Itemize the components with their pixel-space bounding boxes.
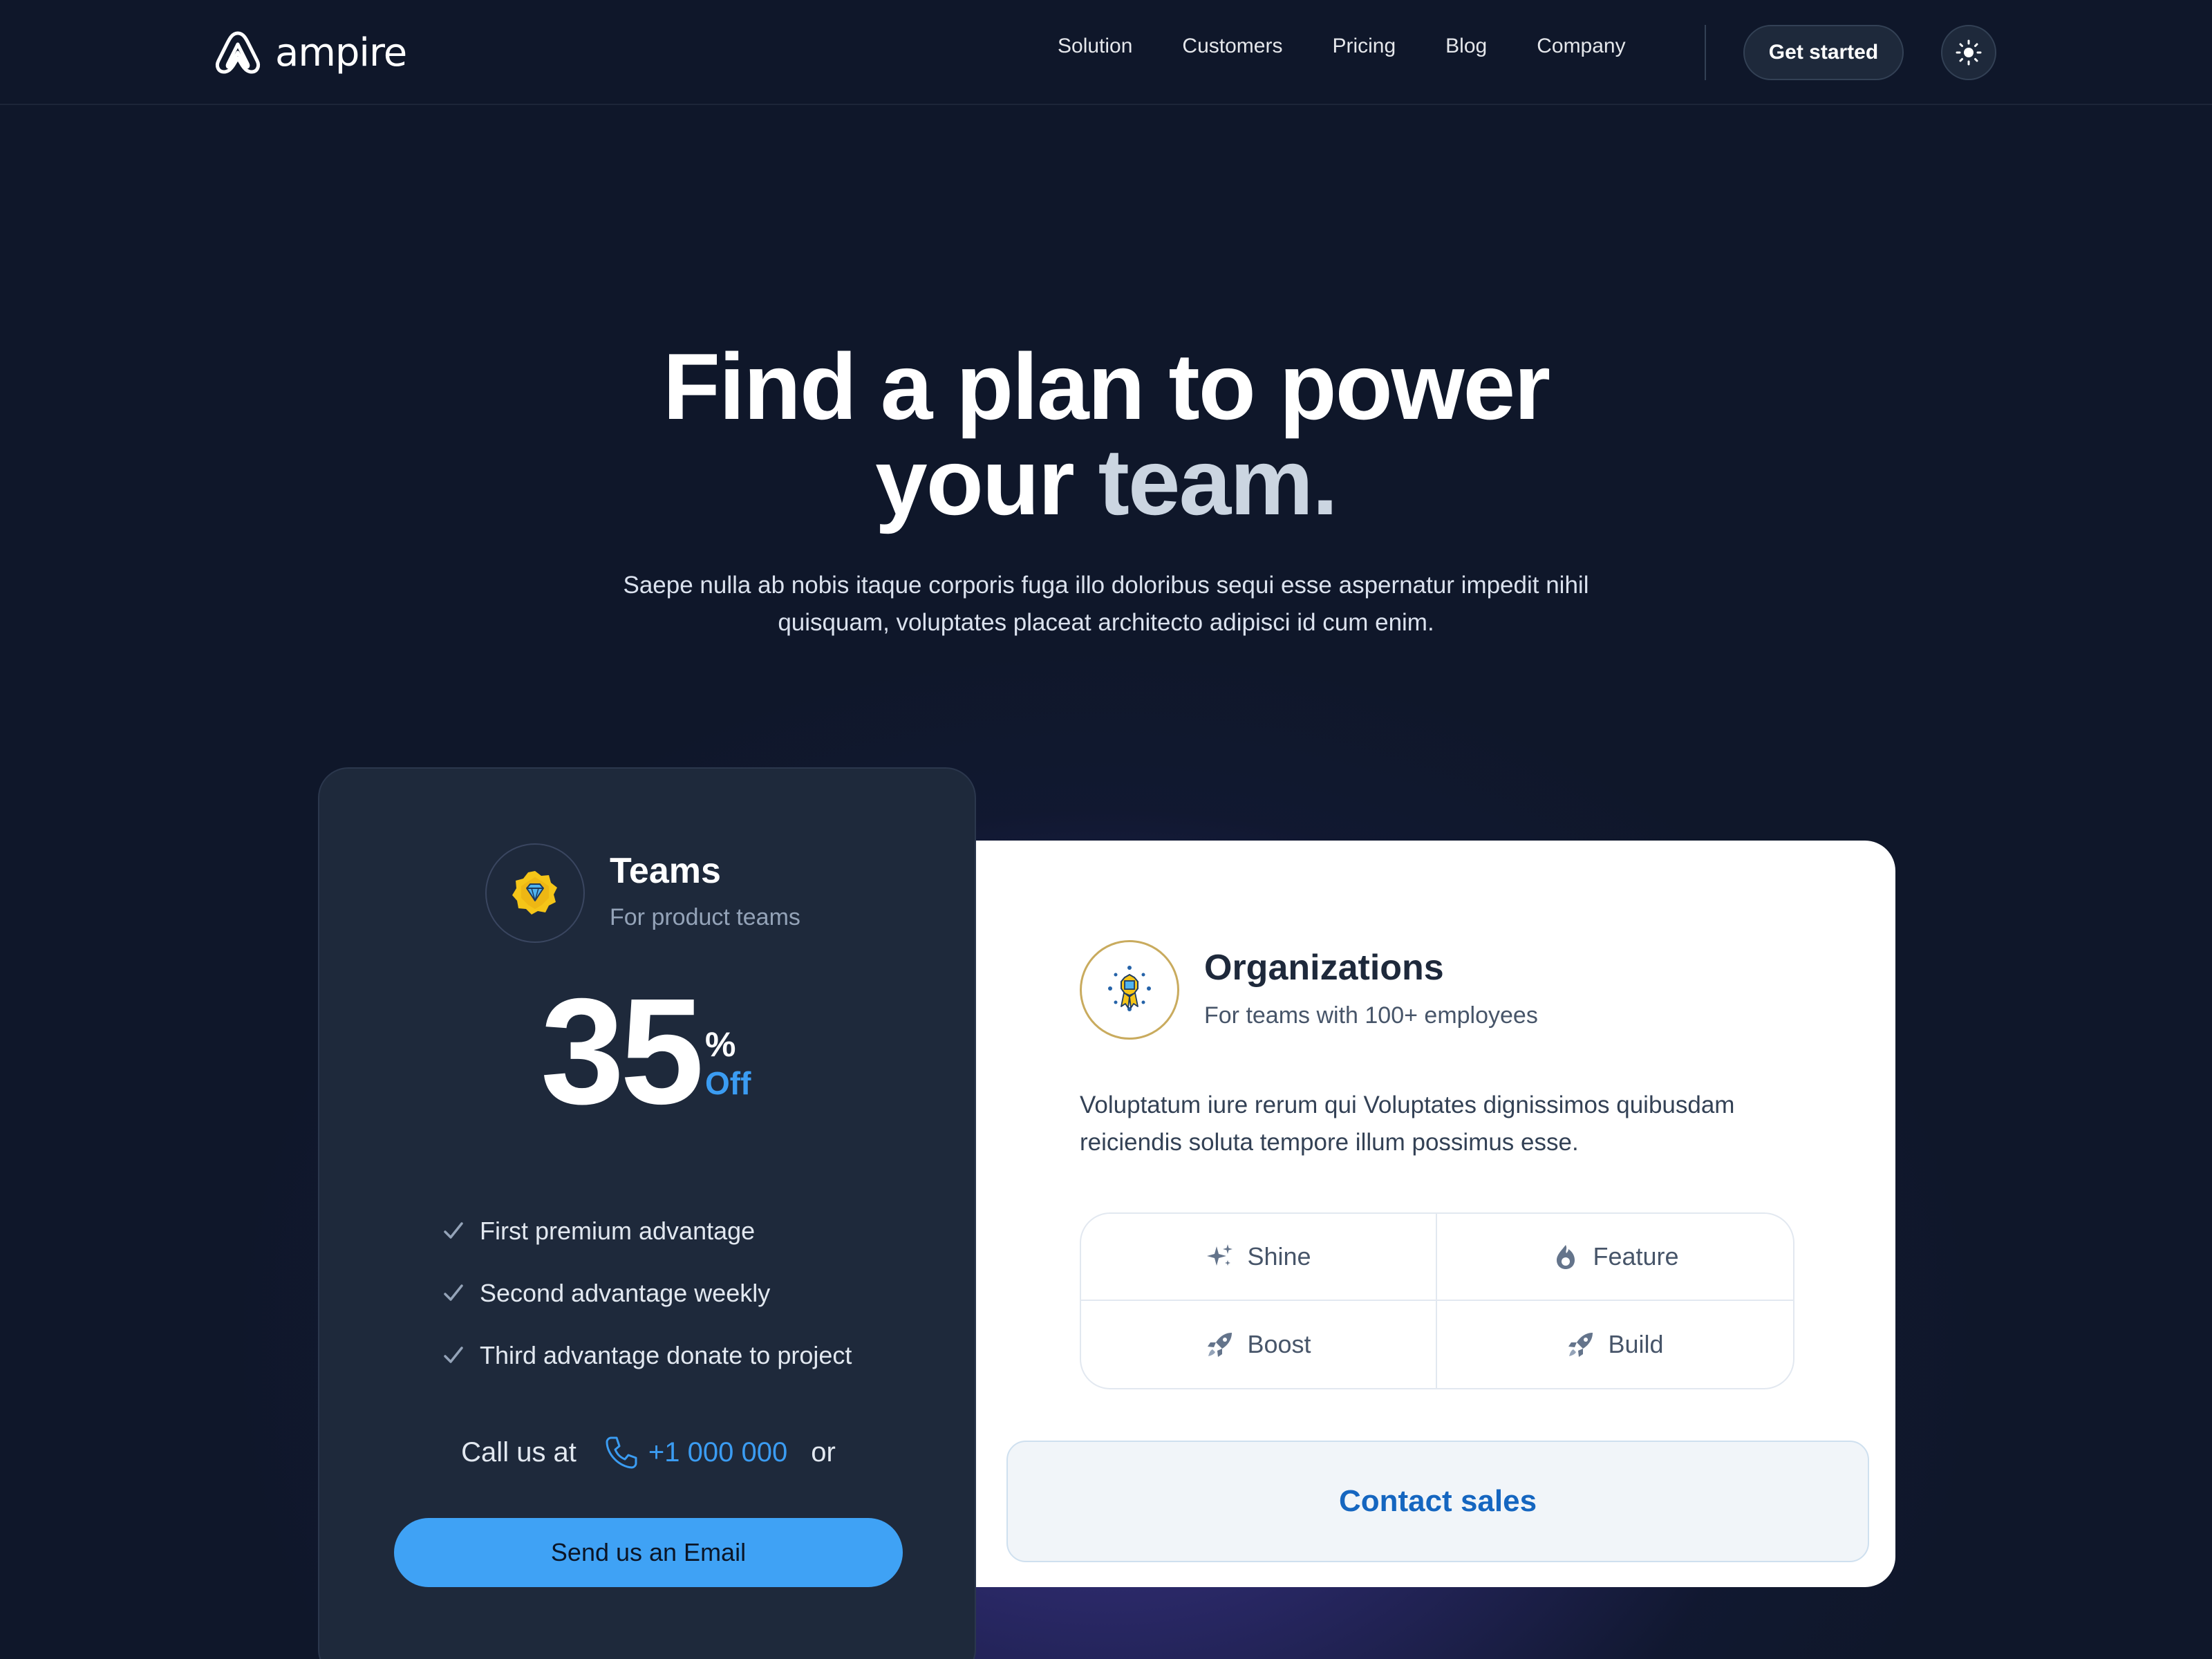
org-plan-name: Organizations xyxy=(1204,948,1444,988)
advantages-list: First premium advantage Second advantage… xyxy=(441,1200,852,1387)
ampire-logo-icon xyxy=(215,31,261,74)
call-row: Call us at +1 000 000 or xyxy=(319,1432,977,1472)
feature-label: Feature xyxy=(1593,1242,1679,1271)
list-item: Third advantage donate to project xyxy=(441,1324,852,1387)
call-label: Call us at xyxy=(461,1436,577,1468)
contact-sales-button[interactable]: Contact sales xyxy=(1006,1441,1869,1562)
hero-title-line2a: your xyxy=(875,429,1075,534)
send-email-button[interactable]: Send us an Email xyxy=(394,1518,903,1587)
feature-label: Shine xyxy=(1247,1242,1311,1271)
theme-toggle-button[interactable] xyxy=(1941,25,1996,80)
rocket-icon xyxy=(1208,1333,1232,1357)
feature-shine[interactable]: Shine xyxy=(1081,1214,1437,1301)
teams-plan-card: Teams For product teams 35 % Off First p… xyxy=(318,767,976,1659)
nav-link-customers[interactable]: Customers xyxy=(1182,35,1282,58)
advantage-text: Third advantage donate to project xyxy=(480,1341,852,1369)
diamond-badge-icon xyxy=(512,871,557,915)
check-icon xyxy=(444,1284,463,1301)
nav-link-company[interactable]: Company xyxy=(1537,35,1625,58)
advantage-text: Second advantage weekly xyxy=(480,1279,771,1307)
hero-title-line1: Find a plan to power xyxy=(662,334,1550,439)
feature-boost[interactable]: Boost xyxy=(1081,1301,1437,1388)
nav-link-blog[interactable]: Blog xyxy=(1445,35,1487,58)
phone-icon xyxy=(606,1436,637,1469)
org-icon-wrap xyxy=(1080,940,1179,1040)
call-or: or xyxy=(811,1436,836,1468)
org-plan-description: For teams with 100+ employees xyxy=(1204,1002,1538,1029)
discount-value: 35 xyxy=(541,968,704,1136)
sparkles-icon xyxy=(1207,1244,1233,1266)
org-plan-text: Voluptatum iure rerum qui Voluptates dig… xyxy=(1080,1091,1735,1156)
brand-logo[interactable]: ampire xyxy=(213,26,407,79)
discount-percent: % xyxy=(705,1025,736,1064)
feature-label: Build xyxy=(1608,1330,1664,1358)
teams-plan-name: Teams xyxy=(610,851,721,891)
hero-title-line2b: team. xyxy=(1098,429,1338,534)
nav-links: Solution Customers Pricing Blog Company xyxy=(1058,35,1676,58)
sun-icon xyxy=(1956,39,1982,66)
feature-build[interactable]: Build xyxy=(1437,1301,1793,1388)
pricing-page: ampire Solution Customers Pricing Blog C… xyxy=(0,0,2212,1659)
teams-plan-description: For product teams xyxy=(610,904,800,930)
feature-label: Boost xyxy=(1247,1330,1311,1358)
get-started-button[interactable]: Get started xyxy=(1743,25,1904,80)
brand-name: ampire xyxy=(275,30,407,75)
rocket-icon xyxy=(1568,1333,1593,1357)
list-item: First premium advantage xyxy=(441,1200,852,1262)
nav-link-pricing[interactable]: Pricing xyxy=(1332,35,1396,58)
phone-number-link[interactable]: +1 000 000 xyxy=(648,1437,787,1468)
check-icon xyxy=(444,1222,463,1239)
teams-icon-wrap xyxy=(485,843,585,943)
hero-subtitle: Saepe nulla ab nobis itaque corporis fug… xyxy=(623,572,1589,636)
top-navbar: ampire Solution Customers Pricing Blog C… xyxy=(0,0,2212,105)
advantage-text: First premium advantage xyxy=(480,1217,756,1245)
check-icon xyxy=(444,1347,463,1363)
flame-icon xyxy=(1557,1245,1575,1269)
feature-grid: Shine Feature Boost Build xyxy=(1080,1212,1794,1389)
hero-title: Find a plan to power your team. xyxy=(0,339,2212,529)
discount-off-label: Off xyxy=(705,1065,751,1101)
nav-divider xyxy=(1705,25,1706,80)
nav-link-solution[interactable]: Solution xyxy=(1058,35,1132,58)
organizations-plan-card: Organizations For teams with 100+ employ… xyxy=(976,841,1895,1587)
award-medal-icon xyxy=(1108,966,1151,1011)
feature-feature[interactable]: Feature xyxy=(1437,1214,1793,1301)
list-item: Second advantage weekly xyxy=(441,1262,852,1324)
